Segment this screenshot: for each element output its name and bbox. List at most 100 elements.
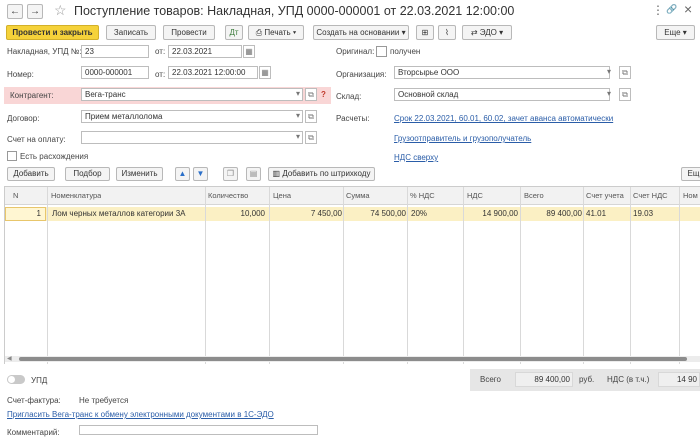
- chevron-down-icon[interactable]: ▾: [292, 88, 304, 101]
- chevron-down-icon[interactable]: ▾: [603, 66, 615, 79]
- contractor-select[interactable]: Вега-транс: [81, 88, 303, 101]
- link-icon[interactable]: 🔗: [666, 4, 677, 15]
- open-link-icon[interactable]: ⧉: [619, 66, 631, 79]
- column-divider: [583, 187, 584, 364]
- table-row[interactable]: 1 Лом черных металлов категории 3А 10,00…: [5, 207, 700, 221]
- invite-edo-link[interactable]: Пригласить Вега-транс к обмену электронн…: [7, 410, 274, 419]
- upd-toggle[interactable]: [7, 375, 25, 384]
- contractor-hint-icon[interactable]: ?: [321, 90, 326, 99]
- invoice-factura-value: Не требуется: [79, 396, 129, 405]
- currency-label: руб.: [579, 375, 595, 384]
- shipper-consignee-link[interactable]: Грузоотправитель и грузополучатель: [394, 134, 531, 143]
- change-button[interactable]: Изменить: [116, 167, 163, 181]
- row-vat-rate[interactable]: 20%: [411, 207, 427, 221]
- column-header-quantity[interactable]: Количество: [208, 187, 248, 204]
- paste-icon[interactable]: ▤: [246, 167, 261, 181]
- column-header-vat-rate[interactable]: % НДС: [410, 187, 435, 204]
- row-sum[interactable]: 74 500,00: [343, 207, 406, 221]
- chevron-down-icon[interactable]: ▾: [603, 88, 615, 101]
- column-header-account[interactable]: Счет учета: [586, 187, 624, 204]
- row-price[interactable]: 7 450,00: [270, 207, 342, 221]
- chevron-down-icon[interactable]: ▾: [292, 110, 304, 123]
- save-button[interactable]: Записать: [106, 25, 156, 40]
- column-header-vat-account[interactable]: Счет НДС: [633, 187, 668, 204]
- open-link-icon[interactable]: ⧉: [619, 88, 631, 101]
- row-nomenclature[interactable]: Лом черных металлов категории 3А: [52, 207, 186, 221]
- post-button[interactable]: Провести: [163, 25, 215, 40]
- contract-select[interactable]: Прием металлолома: [81, 110, 303, 123]
- column-header-nomenclature[interactable]: Номенклатура: [51, 187, 101, 204]
- original-received-checkbox[interactable]: [376, 46, 387, 57]
- column-header-vat[interactable]: НДС: [467, 187, 483, 204]
- row-quantity[interactable]: 10,000: [205, 207, 265, 221]
- close-icon[interactable]: ×: [684, 1, 692, 17]
- column-header-n[interactable]: N: [13, 187, 18, 204]
- print-button[interactable]: ⎙ Печать ▾: [248, 25, 304, 40]
- invoice-number-input[interactable]: 23: [81, 45, 149, 58]
- document-number-label: Номер:: [7, 70, 34, 79]
- edo-button[interactable]: ⇄ ЭДО ▾: [462, 25, 512, 40]
- organization-label: Организация:: [336, 70, 387, 79]
- back-button[interactable]: ←: [7, 4, 23, 19]
- add-by-barcode-label: Добавить по штрихкоду: [282, 169, 371, 178]
- invoice-date-input[interactable]: 22.03.2021: [168, 45, 242, 58]
- contractor-label: Контрагент:: [10, 91, 54, 100]
- add-row-button[interactable]: Добавить: [7, 167, 55, 181]
- create-based-on-button[interactable]: Создать на основании ▾: [313, 25, 409, 40]
- column-divider: [630, 187, 631, 364]
- barcode-icon: ▥: [272, 169, 283, 178]
- open-link-icon[interactable]: ⧉: [305, 131, 317, 144]
- favorite-star-icon[interactable]: ☆: [54, 2, 67, 19]
- forward-button[interactable]: →: [27, 4, 43, 19]
- copy-icon[interactable]: ❐: [223, 167, 238, 181]
- calendar-icon[interactable]: ▦: [259, 66, 271, 79]
- document-number-input[interactable]: 0000-000001: [81, 66, 149, 79]
- horizontal-scrollbar[interactable]: ◀: [5, 356, 700, 362]
- payment-account-select[interactable]: [81, 131, 303, 144]
- table-more-button[interactable]: Ещ: [681, 167, 700, 181]
- settlements-link[interactable]: Срок 22.03.2021, 60.01, 60.02, зачет ава…: [394, 114, 613, 123]
- chevron-down-icon[interactable]: ▾: [292, 131, 304, 144]
- debit-credit-icon[interactable]: Дт: [225, 25, 243, 40]
- column-header-price[interactable]: Цена: [273, 187, 291, 204]
- received-label: получен: [390, 47, 421, 56]
- add-by-barcode-button[interactable]: ▥ Добавить по штрихкоду: [268, 167, 375, 181]
- structure-icon[interactable]: ⊞: [416, 25, 434, 40]
- document-datetime-input[interactable]: 22.03.2021 12:00:00: [168, 66, 258, 79]
- row-vat-account[interactable]: 19.03: [633, 207, 653, 221]
- invoice-factura-label: Счет-фактура:: [7, 396, 61, 405]
- post-and-close-button[interactable]: Провести и закрыть: [6, 25, 99, 40]
- upd-label: УПД: [31, 376, 48, 385]
- discrepancies-checkbox[interactable]: [7, 151, 17, 161]
- scroll-left-icon[interactable]: ◀: [7, 355, 12, 362]
- total-value: 89 400,00: [515, 372, 573, 387]
- comment-input[interactable]: [79, 425, 318, 435]
- scrollbar-thumb[interactable]: [19, 357, 687, 361]
- attachment-icon[interactable]: ⌇: [438, 25, 456, 40]
- open-link-icon[interactable]: ⧉: [305, 110, 317, 123]
- warehouse-label: Склад:: [336, 92, 362, 101]
- row-account[interactable]: 41.01: [586, 207, 606, 221]
- items-table: N Номенклатура Количество Цена Сумма % Н…: [4, 186, 700, 364]
- more-actions-icon[interactable]: ⋮: [652, 3, 664, 17]
- column-header-extra[interactable]: Ном: [683, 187, 698, 204]
- more-button[interactable]: Еще ▾: [656, 25, 695, 40]
- vat-on-top-link[interactable]: НДС сверху: [394, 153, 438, 162]
- row-total[interactable]: 89 400,00: [521, 207, 582, 221]
- column-header-total[interactable]: Всего: [524, 187, 544, 204]
- organization-select[interactable]: Вторсырье ООО: [394, 66, 610, 79]
- row-vat[interactable]: 14 900,00: [463, 207, 518, 221]
- move-up-icon[interactable]: ▲: [175, 167, 190, 181]
- calendar-icon[interactable]: ▦: [243, 45, 255, 58]
- select-items-button[interactable]: Подбор: [65, 167, 110, 181]
- column-header-sum[interactable]: Сумма: [346, 187, 370, 204]
- move-down-icon[interactable]: ▼: [193, 167, 208, 181]
- total-label: Всего: [480, 375, 501, 384]
- column-divider: [47, 187, 48, 364]
- vat-included-label: НДС (в т.ч.): [607, 375, 650, 384]
- column-divider: [269, 187, 270, 364]
- warehouse-select[interactable]: Основной склад: [394, 88, 610, 101]
- more-label: Еще: [664, 28, 681, 37]
- invoice-date-label: от:: [155, 47, 166, 56]
- open-link-icon[interactable]: ⧉: [305, 88, 317, 101]
